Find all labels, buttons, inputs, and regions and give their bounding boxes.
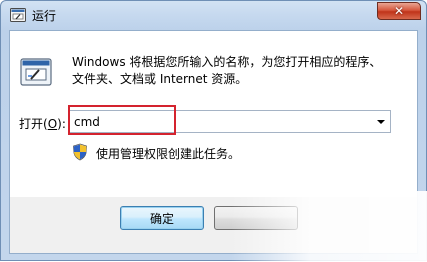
run-dialog-window: 运行 ✕ Windows 将根据您所输入的名称，为您打开相应的程序、 文件夹、文… xyxy=(0,0,427,262)
cancel-button[interactable] xyxy=(214,206,298,230)
window-title: 运行 xyxy=(32,9,57,23)
run-title-icon xyxy=(10,8,26,22)
open-combobox[interactable] xyxy=(69,110,391,133)
close-button[interactable]: ✕ xyxy=(377,2,421,20)
open-label-accelerator: O xyxy=(47,117,58,131)
description-line-1: Windows 将根据您所输入的名称，为您打开相应的程序、 xyxy=(72,55,382,69)
open-label-prefix: 打开( xyxy=(19,117,48,131)
open-label: 打开(O): xyxy=(19,115,66,132)
close-icon: ✕ xyxy=(393,4,405,18)
admin-rights-note: 使用管理权限创建此任务。 xyxy=(96,147,241,161)
open-label-suffix: ): xyxy=(57,117,66,131)
open-dropdown-button[interactable] xyxy=(372,111,390,132)
ok-button[interactable]: 确定 xyxy=(120,206,204,230)
description-line-2: 文件夹、文档或 Internet 资源。 xyxy=(72,72,248,86)
open-input[interactable] xyxy=(74,113,364,130)
chevron-down-icon xyxy=(377,119,385,124)
run-description: Windows 将根据您所输入的名称，为您打开相应的程序、 文件夹、文档或 In… xyxy=(72,54,392,88)
uac-shield-icon xyxy=(73,143,87,161)
run-program-icon xyxy=(20,58,52,86)
title-bar[interactable]: 运行 ✕ xyxy=(1,1,426,30)
